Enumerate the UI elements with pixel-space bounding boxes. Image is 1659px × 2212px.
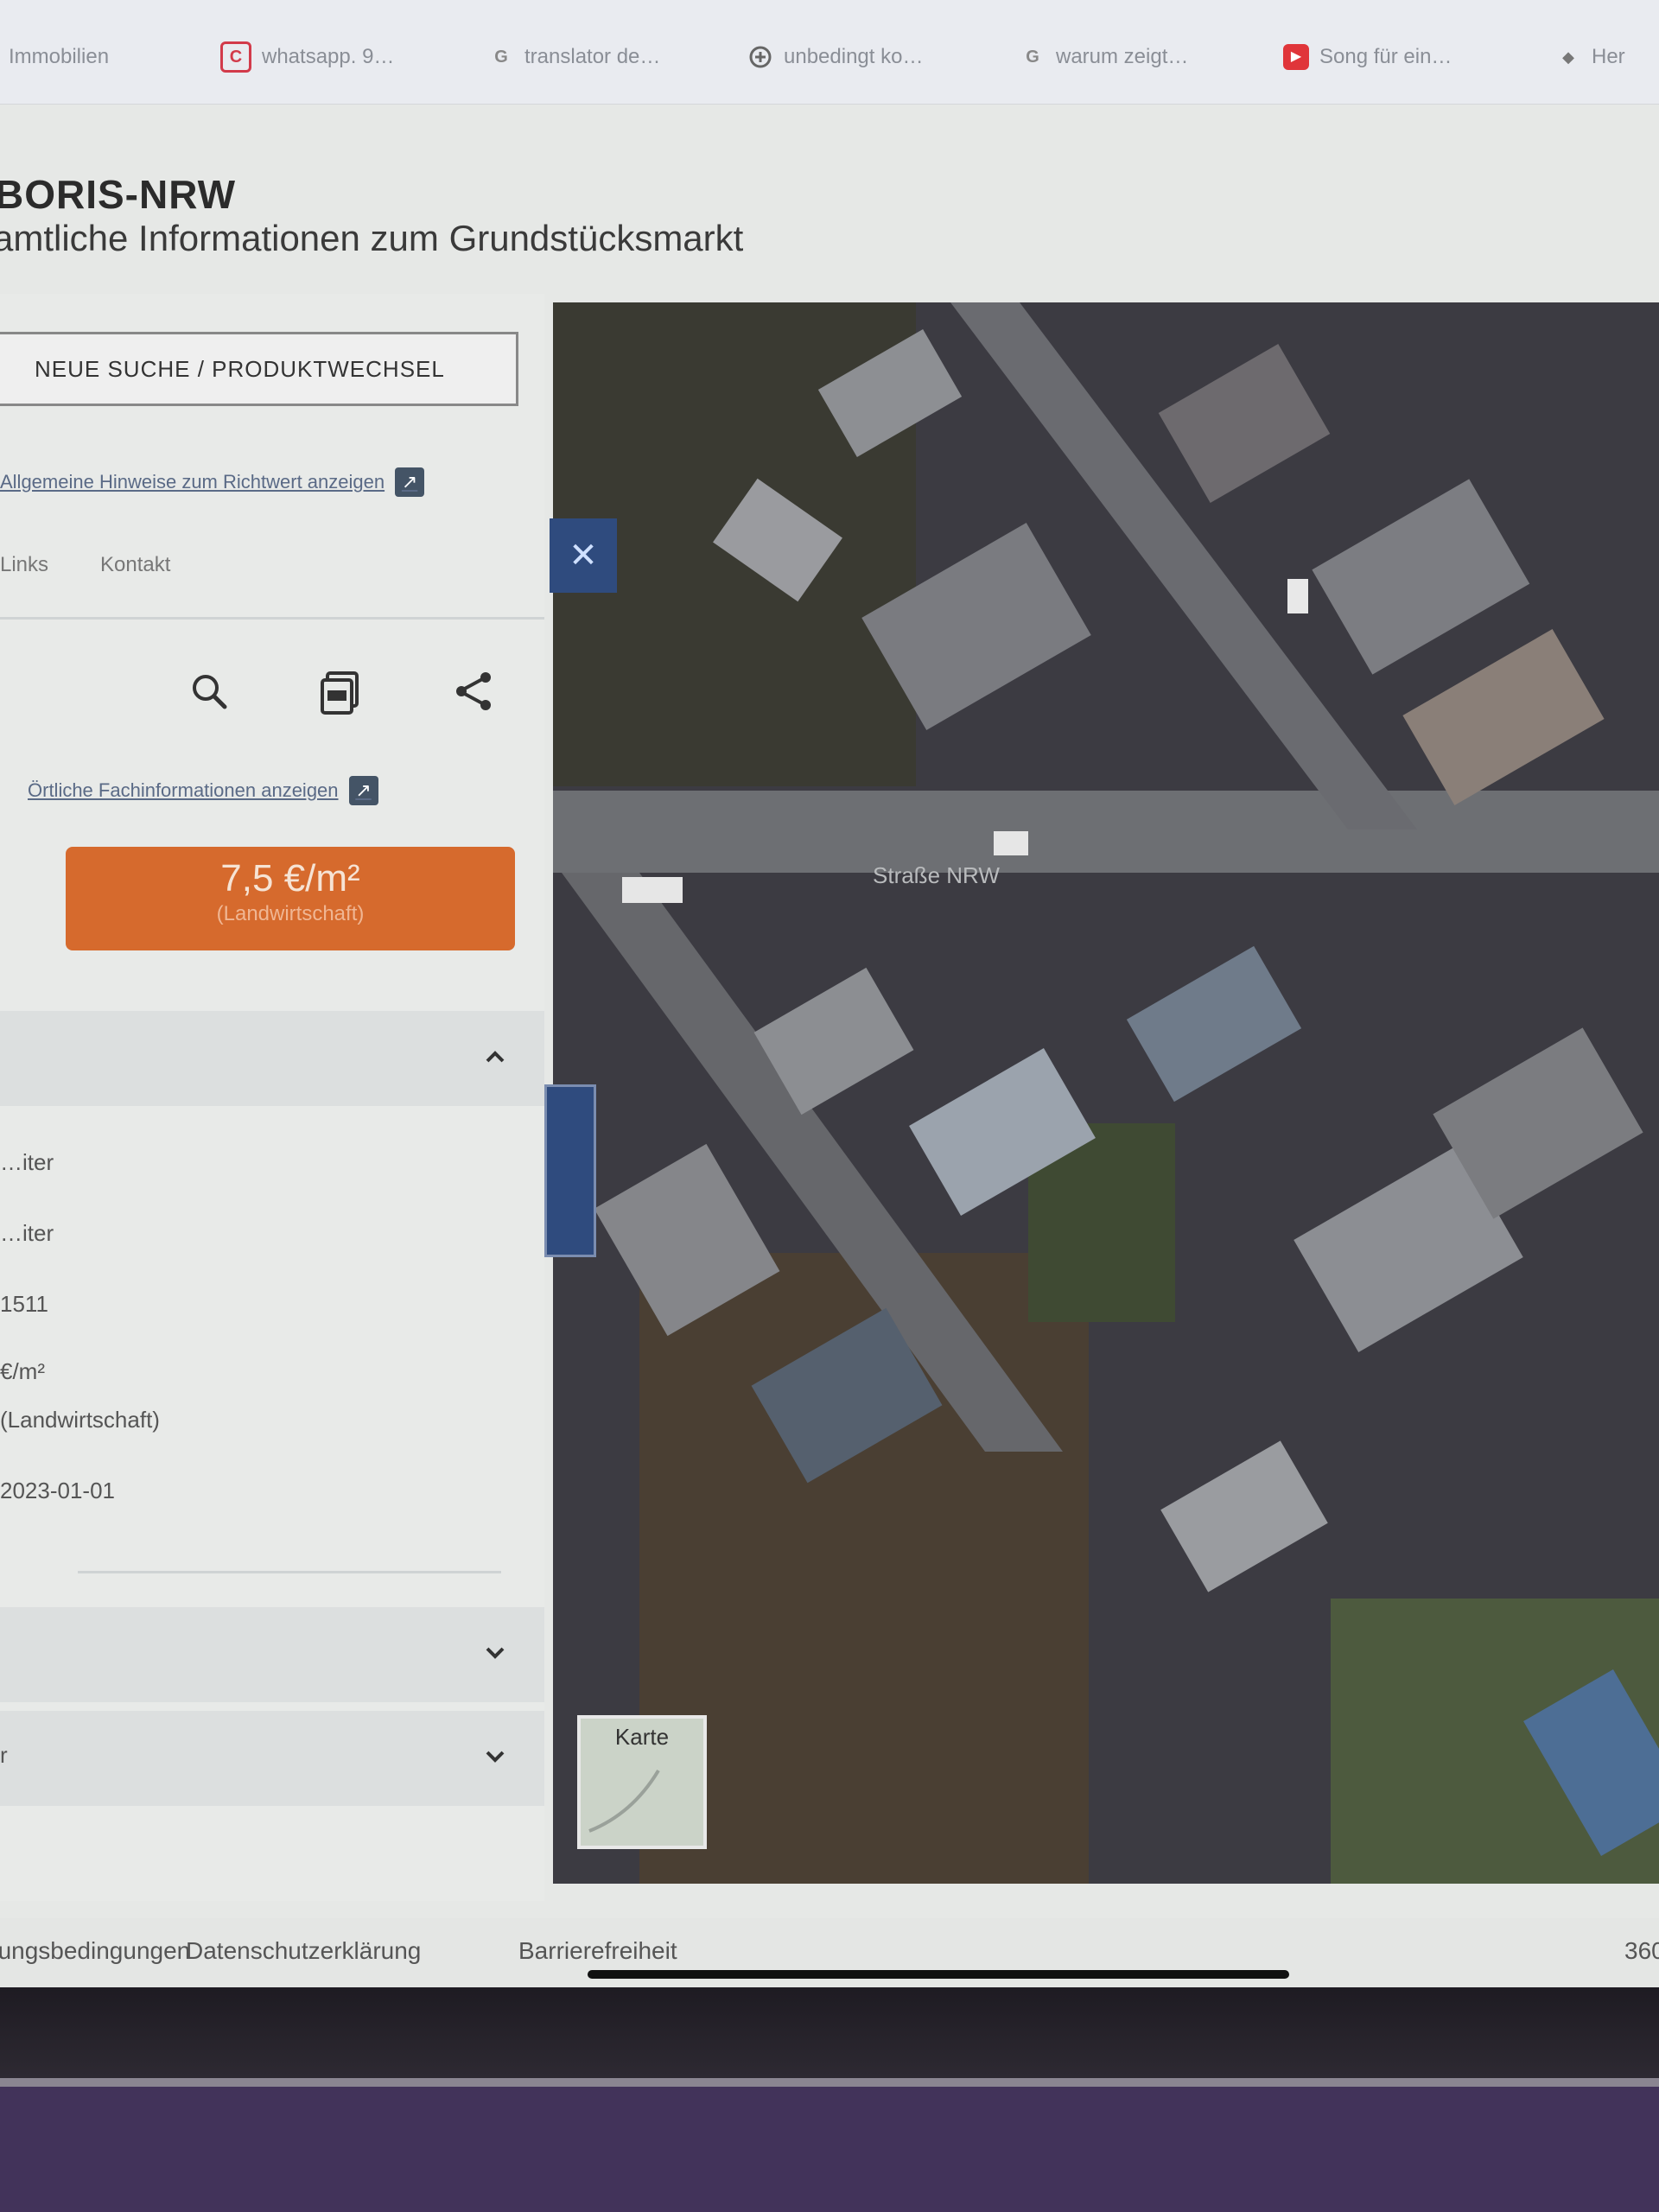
- bookmark-label: unbedingt ko…: [784, 45, 924, 68]
- accordion-header-2[interactable]: [0, 1607, 544, 1702]
- bookmark-label: warum zeigt…: [1056, 45, 1189, 68]
- bookmark-icon: ◆: [1562, 48, 1574, 66]
- bookmark-label: translator de…: [524, 45, 661, 68]
- google-icon: G: [494, 48, 508, 67]
- bookmark-0[interactable]: Immobilien: [9, 40, 109, 74]
- footer-link-privacy[interactable]: Datenschutzerklärung: [186, 1937, 421, 1965]
- footer-link-accessibility[interactable]: Barrierefreiheit: [518, 1937, 677, 1965]
- nav-link-links[interactable]: Links: [0, 553, 48, 577]
- detail-line: …iter: [0, 1149, 54, 1175]
- info-nav: Links Kontakt: [0, 553, 170, 577]
- accordion-header-details[interactable]: [0, 1011, 544, 1106]
- accordion-label: r: [0, 1742, 8, 1768]
- accordion-header-3[interactable]: r: [0, 1711, 544, 1806]
- bookmark-label: Her: [1592, 45, 1625, 68]
- local-info-link-label: Örtliche Fachinformationen anzeigen: [28, 779, 339, 801]
- land-value-use: (Landwirtschaft): [216, 902, 365, 925]
- external-link-icon: ↗: [348, 776, 378, 805]
- detail-number: 1511: [0, 1291, 48, 1317]
- detail-unit: €/m²: [0, 1358, 45, 1384]
- aerial-map[interactable]: Straße NRW: [553, 302, 1659, 1884]
- chevron-down-icon: [480, 1742, 510, 1771]
- land-value: 7,5 €/m²: [220, 857, 360, 899]
- map-close-button[interactable]: ✕: [550, 518, 617, 593]
- share-icon: [451, 669, 496, 718]
- app-header: BORIS-NRW amtliche Informationen zum Gru…: [0, 112, 1659, 285]
- chevron-down-icon: [480, 1638, 510, 1668]
- detail-line: …iter: [0, 1220, 54, 1246]
- footer-right-text: 360: [1624, 1937, 1659, 1964]
- pdf-icon: [317, 668, 364, 719]
- pdf-tool[interactable]: [313, 665, 368, 721]
- local-info-link[interactable]: Örtliche Fachinformationen anzeigen ↗: [28, 773, 378, 808]
- detail-date: 2023-01-01: [0, 1478, 115, 1503]
- divider: [0, 617, 544, 620]
- external-link-icon: ↗: [395, 467, 425, 497]
- divider: [78, 1571, 501, 1573]
- bookmark-2[interactable]: G translator de…: [488, 40, 660, 74]
- bookmark-5[interactable]: ▶ Song für ein…: [1283, 40, 1452, 74]
- desk-surface: [0, 2087, 1659, 2212]
- monitor-edge: [0, 2078, 1659, 2087]
- bookmark-6[interactable]: ◆ Her: [1555, 40, 1625, 74]
- openai-icon: [747, 44, 773, 70]
- footer-link-terms[interactable]: Nutzungsbedingungen: [0, 1937, 190, 1965]
- detail-use: (Landwirtschaft): [0, 1407, 160, 1433]
- screen: Immobilien C whatsapp. 9… G translator d…: [0, 0, 1659, 1987]
- map-layer-switch[interactable]: Karte: [577, 1715, 707, 1849]
- bookmarks-bar: Immobilien C whatsapp. 9… G translator d…: [0, 0, 1659, 105]
- app-icon: C: [220, 41, 251, 73]
- hint-link[interactable]: Allgemeine Hinweise zum Richtwert anzeig…: [0, 465, 425, 499]
- bookmark-label: whatsapp. 9…: [262, 45, 395, 68]
- close-icon: ✕: [569, 537, 598, 575]
- new-search-button[interactable]: NEUE SUCHE / PRODUKTWECHSEL: [0, 332, 518, 406]
- nav-link-contact[interactable]: Kontakt: [100, 553, 170, 577]
- bookmark-4[interactable]: G warum zeigt…: [1020, 40, 1188, 74]
- search-tool[interactable]: [181, 665, 237, 721]
- aerial-imagery: Straße NRW: [553, 302, 1659, 1884]
- hint-link-label: Allgemeine Hinweise zum Richtwert anzeig…: [0, 471, 385, 493]
- monitor-bezel: [0, 1987, 1659, 2082]
- youtube-icon: ▶: [1283, 44, 1309, 70]
- share-tool[interactable]: [446, 665, 501, 721]
- search-icon: [188, 670, 231, 717]
- left-panel: NEUE SUCHE / PRODUKTWECHSEL Allgemeine H…: [0, 294, 544, 1901]
- bookmark-1[interactable]: C whatsapp. 9…: [220, 40, 394, 74]
- horizontal-scrollbar[interactable]: [588, 1970, 1289, 1979]
- land-value-badge: 7,5 €/m² (Landwirtschaft): [66, 847, 515, 950]
- bookmark-label: Immobilien: [9, 45, 110, 68]
- google-icon: G: [1026, 48, 1039, 67]
- bookmark-label: Song für ein…: [1319, 45, 1452, 68]
- map-thumbnail-icon: [588, 1769, 660, 1833]
- bookmark-3[interactable]: unbedingt ko…: [747, 40, 923, 74]
- app-title: BORIS-NRW: [0, 172, 237, 217]
- panel-resize-handle[interactable]: [544, 1084, 596, 1257]
- chevron-up-icon: [480, 1042, 510, 1071]
- app-subtitle: amtliche Informationen zum Grundstücksma…: [0, 218, 744, 258]
- street-label: Straße NRW: [873, 862, 1000, 888]
